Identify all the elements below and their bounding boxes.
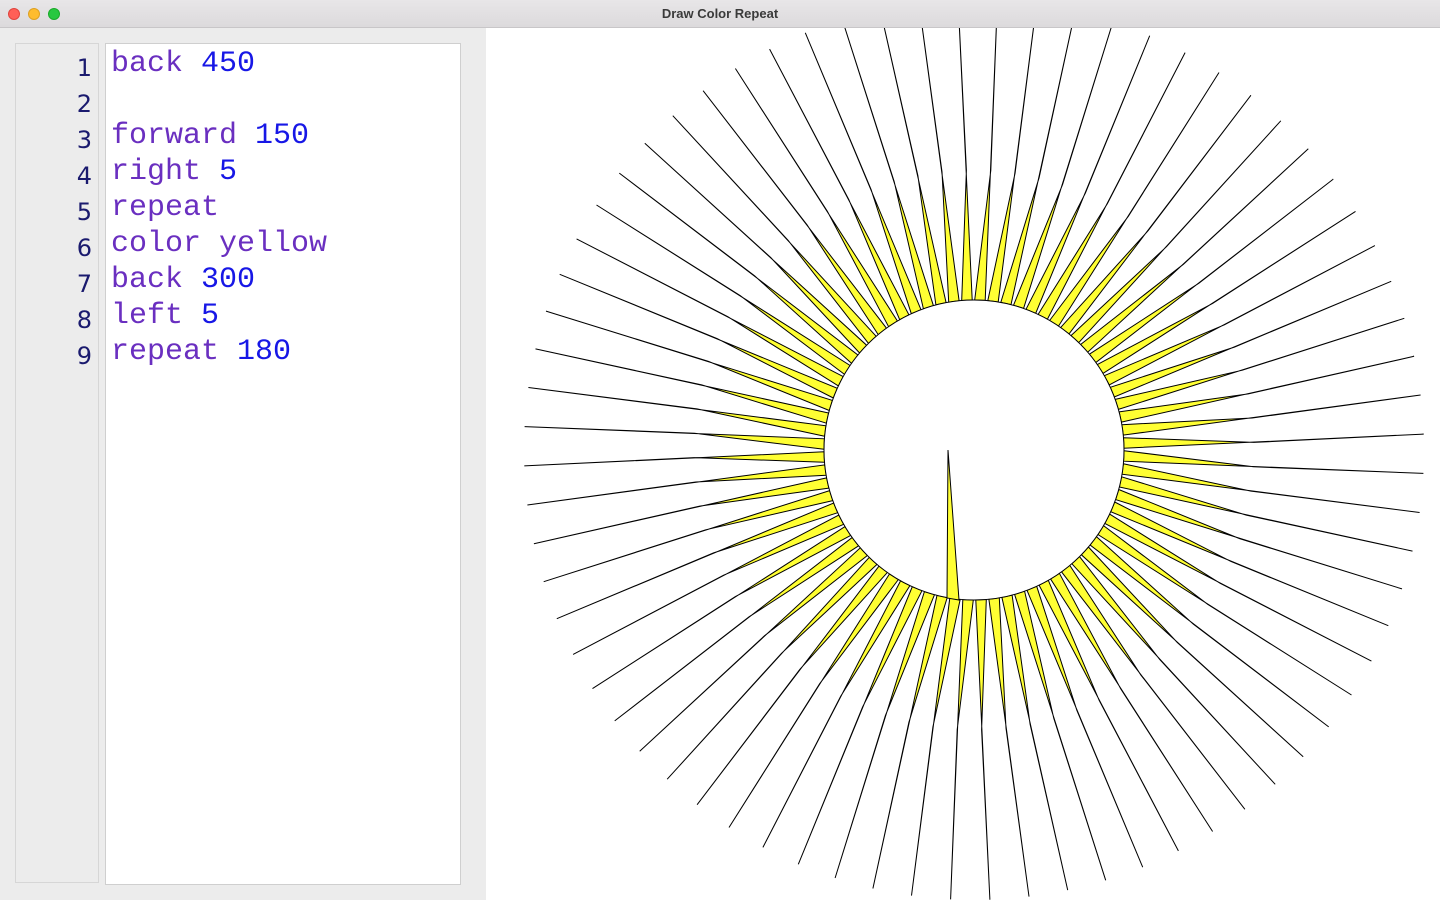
command-argument: 450 [201, 47, 256, 81]
sun-ray [1071, 555, 1276, 785]
sun-ray [734, 68, 899, 328]
code-line-4[interactable]: right 5 [111, 154, 237, 190]
sun-ray [666, 556, 878, 780]
sun-ray [614, 536, 860, 722]
command-argument: 5 [219, 155, 238, 189]
code-line-1[interactable]: back 450 [111, 46, 255, 82]
turtle-drawing [524, 28, 1424, 900]
command-keyword: repeat [111, 191, 220, 225]
sun-ray [1121, 394, 1421, 436]
sun-ray [1048, 72, 1220, 327]
sun-ray [524, 451, 826, 467]
sun-ray [702, 90, 888, 336]
sun-ray [592, 525, 852, 690]
code-editor[interactable]: back 450 forward 150 right 5 repeat colo… [105, 43, 461, 885]
code-line-5[interactable]: repeat [111, 190, 219, 226]
code-pane: 1 2 3 4 5 6 7 8 9 back 450 forward 150 r… [0, 28, 486, 900]
sun-ray [1037, 52, 1186, 320]
command-keyword: forward [111, 119, 238, 153]
app-window: Draw Color Repeat 1 2 3 4 5 6 7 8 9 back… [0, 0, 1440, 900]
sun-ray [1104, 513, 1372, 662]
sun-ray [596, 204, 851, 376]
line-number: 4 [76, 162, 92, 190]
sun-ray [844, 28, 935, 310]
command-keyword: color yellow [111, 227, 328, 261]
sun-ray [1049, 572, 1214, 832]
sun-ray [618, 172, 859, 365]
sun-ray [1096, 210, 1356, 375]
line-number: 8 [76, 306, 92, 334]
line-number: 6 [76, 234, 92, 262]
command-argument: 300 [201, 263, 256, 297]
sun-ray [1123, 450, 1424, 474]
command-argument: 5 [201, 299, 220, 333]
line-number: 2 [76, 90, 92, 118]
sun-ray [1080, 546, 1304, 758]
line-number: 5 [76, 198, 92, 226]
code-line-3[interactable]: forward 150 [111, 118, 309, 154]
line-number: 3 [76, 126, 92, 154]
sun-ray [1097, 524, 1352, 696]
code-line-9[interactable]: repeat 180 [111, 334, 291, 370]
command-keyword: right [111, 155, 202, 189]
window-title: Draw Color Repeat [661, 6, 779, 21]
line-number: 7 [76, 270, 92, 298]
sun-ray [762, 580, 911, 848]
sun-ray [527, 464, 827, 506]
line-number: 1 [76, 54, 92, 82]
sun-ray [672, 115, 877, 345]
code-line-8[interactable]: left 5 [111, 298, 219, 334]
sun-ray [639, 547, 869, 752]
sun-ray [524, 426, 825, 450]
title-bar: Draw Color Repeat [0, 0, 1440, 28]
command-keyword: back [111, 263, 184, 297]
sun-ray [696, 565, 889, 806]
sun-ray [1059, 94, 1252, 335]
command-argument: 150 [255, 119, 310, 153]
sun-ray [576, 238, 844, 387]
sun-ray [1089, 535, 1330, 728]
sun-ray [958, 28, 973, 302]
center-circle [823, 299, 1125, 601]
sun-ray [1088, 178, 1334, 364]
command-keyword: back [111, 47, 184, 81]
command-keyword: left [111, 299, 184, 333]
sun-ray [1079, 148, 1309, 353]
sun-ray [975, 598, 991, 900]
line-number: 9 [76, 342, 92, 370]
sun-ray [921, 28, 960, 303]
sun-ray [988, 597, 1030, 897]
sun-ray [950, 599, 974, 900]
line-number-gutter: 1 2 3 4 5 6 7 8 9 [15, 43, 99, 883]
sun-ray [644, 142, 868, 354]
command-keyword: repeat [111, 335, 220, 369]
command-argument: 180 [237, 335, 292, 369]
drawing-canvas [486, 28, 1440, 900]
sun-ray [1070, 120, 1282, 344]
sun-ray [974, 28, 997, 301]
code-line-6[interactable]: color yellow [111, 226, 327, 262]
sun-ray [1060, 564, 1246, 810]
code-line-7[interactable]: back 300 [111, 262, 255, 298]
sun-ray [1122, 433, 1424, 449]
sun-ray [728, 573, 900, 828]
